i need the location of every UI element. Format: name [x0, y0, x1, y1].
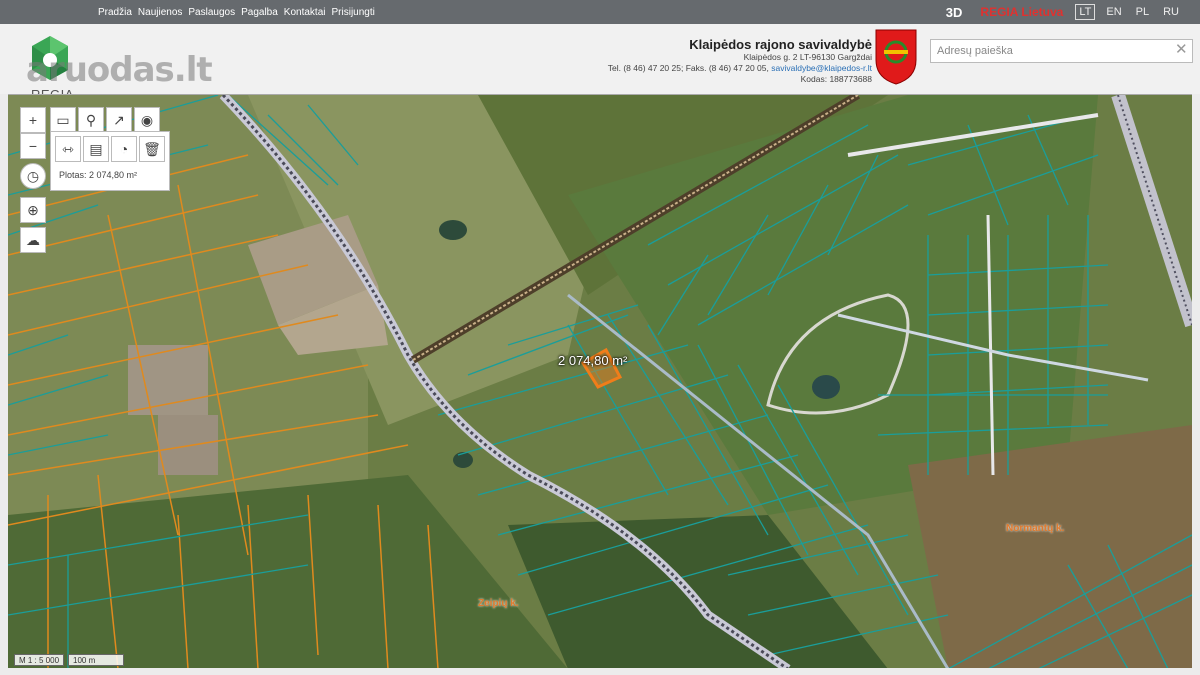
scale-ratio: M 1 : 5 000: [14, 654, 65, 666]
lang-en[interactable]: EN: [1103, 5, 1124, 19]
nav-help[interactable]: Pagalba: [241, 7, 278, 18]
place-label-normantu: Normantų k.: [1006, 523, 1065, 534]
compass-icon[interactable]: ◷: [20, 163, 46, 189]
coat-of-arms-icon: [875, 29, 917, 85]
lang-pl[interactable]: PL: [1133, 5, 1152, 19]
municipality-phone: Tel. (8 46) 47 20 25; Faks. (8 46) 47 20…: [607, 63, 769, 73]
place-label-zeipiu: Zeipių k.: [478, 598, 519, 609]
map-canvas[interactable]: + − ▭ ⚲ ↗ ◉ ⇿ ▤ ◔ 🗑 Plotas: 2 074,80 m² …: [8, 94, 1192, 668]
header: REGIA aruodas.lt Klaipėdos rajono saviva…: [0, 24, 1200, 102]
main-menu: Pradžia Naujienos Paslaugos Pagalba Kont…: [98, 0, 375, 24]
municipality-address: Klaipėdos g. 2 LT-96130 Gargždai: [743, 52, 872, 62]
target-tool-icon[interactable]: ◉: [134, 107, 160, 133]
lang-ru[interactable]: RU: [1160, 5, 1182, 19]
ruler-tool-icon[interactable]: ▭: [50, 107, 76, 133]
aruodas-watermark: aruodas.lt: [26, 50, 213, 90]
area-measurement: Plotas: 2 074,80 m²: [59, 170, 138, 180]
nav-login[interactable]: Prisijungti: [332, 7, 375, 18]
search-clear-icon[interactable]: ✕: [1175, 40, 1194, 58]
municipality-email[interactable]: savivaldybe@klaipedos-r.lt: [771, 63, 872, 73]
municipality-info: Klaipėdos rajono savivaldybė Klaipėdos g…: [608, 37, 872, 85]
nav-home[interactable]: Pradžia: [98, 7, 132, 18]
parcel-area-label: 2 074,80 m²: [558, 353, 628, 368]
top-right-controls: 3D REGIA Lietuva LT EN PL RU: [946, 0, 1182, 24]
top-nav-bar: Pradžia Naujienos Paslaugos Pagalba Kont…: [0, 0, 1200, 24]
3d-button[interactable]: 3D: [946, 5, 963, 20]
measure-area-icon[interactable]: ▤: [83, 136, 109, 162]
share-tool-icon[interactable]: ↗: [106, 107, 132, 133]
nav-news[interactable]: Naujienos: [138, 7, 182, 18]
delete-icon[interactable]: 🗑: [139, 136, 165, 162]
lang-lt[interactable]: LT: [1075, 4, 1096, 20]
pin-tool-icon[interactable]: ⚲: [78, 107, 104, 133]
measure-circle-icon[interactable]: ◔: [111, 136, 137, 162]
address-search-input[interactable]: Adresų paieška: [930, 39, 1193, 63]
municipality-contacts: Tel. (8 46) 47 20 25; Faks. (8 46) 47 20…: [608, 63, 872, 74]
nav-services[interactable]: Paslaugos: [188, 7, 235, 18]
locate-icon[interactable]: ⊕: [20, 197, 46, 223]
measure-panel: ⇿ ▤ ◔ 🗑 Plotas: 2 074,80 m²: [50, 131, 170, 191]
scale-distance: 100 m: [68, 654, 125, 666]
lasso-select-icon[interactable]: ☁: [20, 227, 46, 253]
measure-line-icon[interactable]: ⇿: [55, 136, 81, 162]
regia-lietuva-link[interactable]: REGIA Lietuva: [980, 5, 1063, 19]
aerial-map: [8, 95, 1192, 668]
municipality-name: Klaipėdos rajono savivaldybė: [689, 37, 872, 52]
nav-contacts[interactable]: Kontaktai: [284, 7, 326, 18]
zoom-out-button[interactable]: −: [20, 133, 46, 159]
zoom-in-button[interactable]: +: [20, 107, 46, 133]
scale-bar: M 1 : 5 000 100 m: [14, 654, 125, 666]
municipality-code: Kodas: 188773688: [800, 74, 872, 84]
